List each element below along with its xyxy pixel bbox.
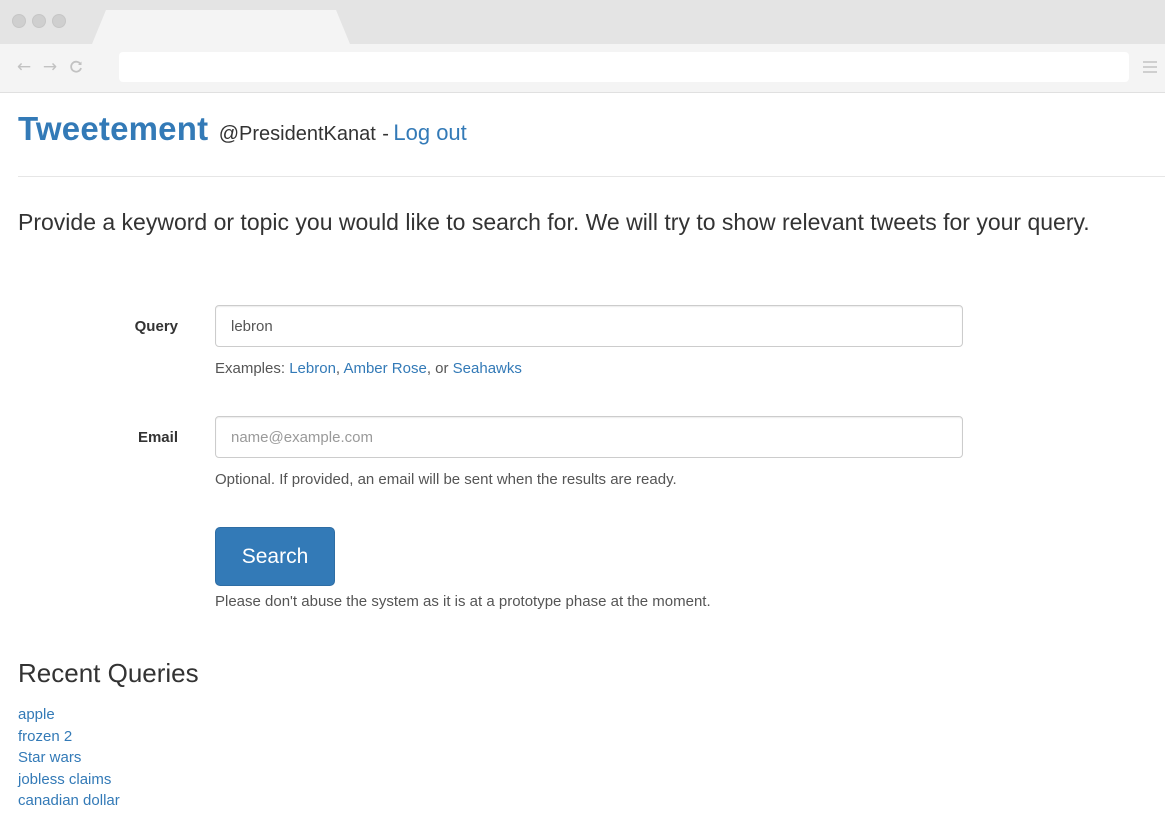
browser-tab[interactable] (92, 10, 350, 44)
hamburger-menu-icon[interactable] (1143, 61, 1157, 73)
list-item: jobless claims (18, 769, 120, 791)
username: @PresidentKanat (218, 123, 376, 145)
list-item: apple (18, 704, 120, 726)
examples-prefix: Examples: (215, 360, 286, 377)
logout-link[interactable]: Log out (393, 120, 466, 145)
examples-separator: , or (426, 360, 449, 377)
email-label: Email (137, 429, 178, 446)
example-link-lebron[interactable]: Lebron (289, 360, 336, 377)
forward-arrow-icon[interactable]: → (40, 55, 60, 79)
list-item: Star wars (18, 747, 120, 769)
email-field[interactable] (215, 416, 963, 458)
example-link-seahawks[interactable]: Seahawks (453, 360, 522, 377)
recent-queries-heading: Recent Queries (18, 658, 199, 688)
maximize-window-dot[interactable] (52, 14, 66, 28)
examples-separator: , (335, 360, 341, 377)
reload-icon[interactable] (66, 55, 86, 79)
header-divider (18, 176, 1165, 177)
example-link-amber-rose[interactable]: Amber Rose (343, 360, 426, 377)
query-examples: Examples: Lebron, Amber Rose, or Seahawk… (215, 360, 522, 377)
search-button[interactable]: Search (215, 527, 335, 586)
recent-query-link[interactable]: Star wars (18, 749, 81, 766)
address-bar[interactable] (119, 52, 1129, 82)
list-item: frozen 2 (18, 726, 120, 748)
recent-query-link[interactable]: canadian dollar (18, 792, 120, 809)
recent-query-link[interactable]: frozen 2 (18, 728, 72, 745)
query-label: Query (134, 318, 178, 335)
browser-toolbar: ← → (0, 44, 1165, 93)
browser-window: ← → Tweetement @PresidentKanat - Log out… (0, 0, 1165, 827)
prototype-notice: Please don't abuse the system as it is a… (215, 593, 711, 610)
recent-query-link[interactable]: jobless claims (18, 771, 111, 788)
list-item: canadian dollar (18, 790, 120, 812)
browser-titlebar (0, 0, 1165, 44)
header-separator: - (382, 123, 389, 145)
page-header: Tweetement @PresidentKanat - Log out (18, 110, 467, 148)
query-input[interactable] (215, 305, 963, 347)
email-help: Optional. If provided, an email will be … (215, 471, 677, 488)
minimize-window-dot[interactable] (32, 14, 46, 28)
recent-query-link[interactable]: apple (18, 706, 55, 723)
back-arrow-icon[interactable]: ← (14, 55, 34, 79)
recent-queries-list: apple frozen 2 Star wars jobless claims … (18, 704, 120, 812)
brand-title: Tweetement (18, 110, 209, 147)
intro-text: Provide a keyword or topic you would lik… (18, 209, 1090, 235)
close-window-dot[interactable] (12, 14, 26, 28)
